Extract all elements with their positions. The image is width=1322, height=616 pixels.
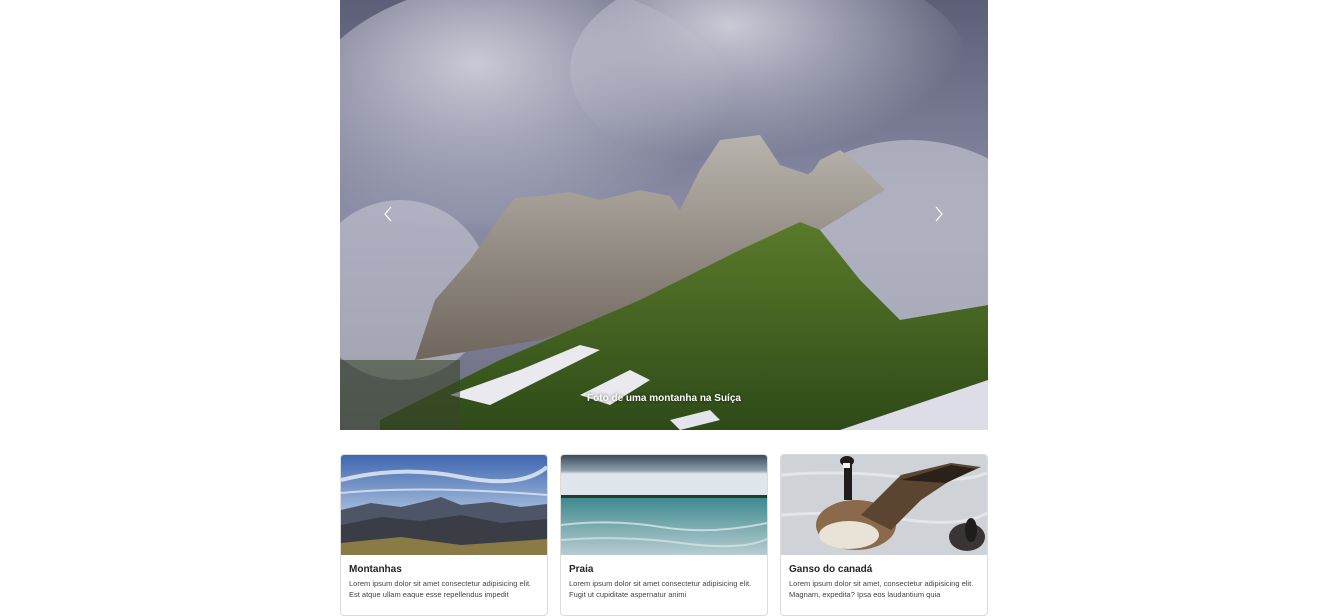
card-text: Lorem ipsum dolor sit amet, consectetur … [789,579,974,599]
mountains-thumbnail-image [341,455,547,555]
beach-thumbnail-image [561,455,767,555]
card-title: Praia [569,564,594,575]
carousel-prev-button[interactable] [373,195,403,233]
card-title: Ganso do canadá [789,564,873,575]
carousel-slide-mountain-image [340,0,988,430]
card-beach[interactable]: Praia Lorem ipsum dolor sit amet consect… [560,454,768,616]
card-text: Lorem ipsum dolor sit amet consectetur a… [569,579,752,599]
carousel-caption: Foto de uma montanha na Suíça [587,393,741,404]
goose-thumbnail-image [781,455,987,555]
card-grid: Montanhas Lorem ipsum dolor sit amet con… [340,454,988,616]
card-mountains[interactable]: Montanhas Lorem ipsum dolor sit amet con… [340,454,548,616]
card-text: Lorem ipsum dolor sit amet consectetur a… [349,579,532,599]
chevron-right-icon [935,206,943,222]
carousel-next-button[interactable] [924,195,954,233]
card-canada-goose[interactable]: Ganso do canadá Lorem ipsum dolor sit am… [780,454,988,616]
card-title: Montanhas [349,564,402,575]
chevron-left-icon [384,206,392,222]
image-carousel: Foto de uma montanha na Suíça [340,0,988,430]
